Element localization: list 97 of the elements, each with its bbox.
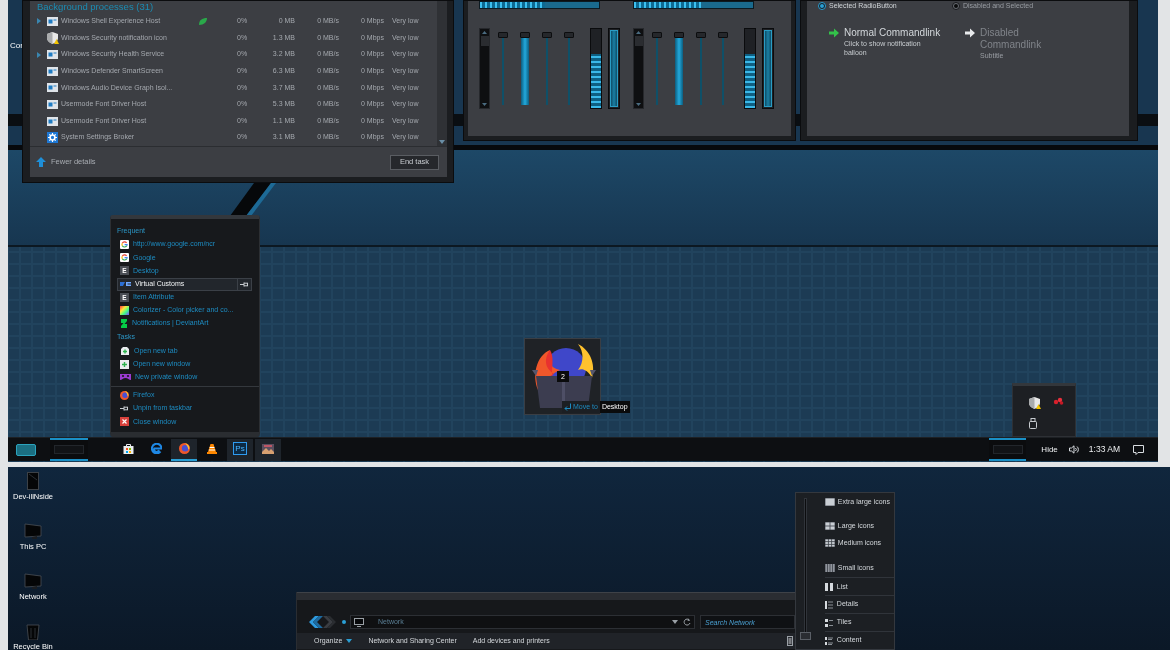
refresh-icon [683,618,691,626]
view-size-slider[interactable] [800,498,811,640]
window-icon [47,83,58,93]
caret-icon [346,639,353,643]
app-tile-icon: Ps [233,442,247,455]
return-arrow-icon [564,403,571,411]
task-view-button[interactable] [989,438,1027,461]
tablet-icon [27,472,39,490]
computer-icon [354,617,364,627]
flame-globe-icon [178,443,190,454]
new-tab-icon [120,346,130,356]
window-icon [47,66,58,76]
content-view-icon [824,636,833,645]
up-arrow-icon [636,31,641,34]
tiles-view-icon [824,618,833,627]
task-view-button[interactable] [50,438,88,461]
slider-thumb[interactable] [542,32,552,38]
slider-thumb[interactable] [652,32,662,38]
section-title: Background processes (31) [36,1,154,13]
taskbar-button[interactable]: Ps [227,438,253,461]
g-logo-icon [120,253,129,263]
arrow-icon [965,28,975,38]
e-logo-icon [150,443,162,454]
hide-button[interactable]: Hide [1041,443,1058,456]
monitor-icon [24,573,42,590]
slider-thumb[interactable] [674,32,684,38]
window-icon [47,99,58,109]
stripes-logo-icon [120,281,131,288]
slider-track[interactable] [718,32,728,105]
scrollbar[interactable] [479,28,490,109]
zigzag-logo-icon [120,319,128,329]
taskbar-button[interactable] [255,438,281,461]
slider-track[interactable] [696,32,706,105]
image-icon [262,443,274,454]
scrollbar-thumb[interactable] [634,36,643,46]
down-arrow-icon [636,103,641,106]
window-icon [47,50,58,59]
speech-bubble-icon [1133,444,1144,455]
details-view-icon [824,600,833,609]
forward-arrow-icon [323,616,336,628]
pin-button[interactable] [238,277,252,291]
list-view-icon [824,582,833,591]
view-size-icon [824,522,835,531]
back-arrow-icon [307,616,323,628]
scrollbar-thumb[interactable] [480,36,489,46]
shield-icon [47,31,59,44]
clock: 1:33 AM [1088,443,1120,456]
taskbar-button[interactable] [171,438,197,461]
traffic-cone-icon [207,443,217,454]
new-window-icon [120,359,129,369]
slider-thumb[interactable] [520,32,530,38]
slider-thumb[interactable] [564,32,574,38]
desktop-icon-label: Cor [10,40,23,52]
down-arrow-icon [482,103,487,106]
start-button[interactable] [16,443,36,456]
pin-icon [240,281,249,287]
window-icon [47,116,58,126]
up-arrow-icon [482,31,487,34]
color-gradient-icon [120,306,129,316]
arrow-icon [829,28,839,38]
usb-drive-icon [1029,418,1037,429]
close-icon [120,417,129,427]
scrollbar[interactable] [437,1,447,146]
caret-icon [672,620,678,624]
g-logo-icon [120,240,129,250]
slider-thumb[interactable] [718,32,728,38]
fox-globe-drawing [529,342,596,408]
slider-thumb[interactable] [696,32,706,38]
dots-icon [1053,397,1064,405]
shield-icon [1029,397,1041,409]
gear-icon [47,132,58,144]
slider-track[interactable] [542,32,552,105]
slider-thumb[interactable] [498,32,508,38]
dot-icon [342,620,346,624]
up-arrow-icon [36,157,46,167]
volume-button[interactable] [1068,445,1080,454]
shopping-bag-icon [122,443,134,454]
back-button[interactable] [307,616,323,628]
view-options-icon [787,636,793,646]
mask-icon [120,373,131,382]
speaker-icon [1068,445,1080,454]
slider-track[interactable] [652,32,662,105]
slider-track[interactable] [564,32,574,105]
recent-pages-button[interactable] [342,620,346,624]
slider-track[interactable] [498,32,508,105]
scrollbar[interactable] [633,28,644,109]
view-size-icon [824,498,835,507]
window-icon [47,16,58,26]
pin-icon [120,406,129,412]
notifications-button[interactable] [1133,444,1144,455]
slider-thumb[interactable] [800,632,811,640]
monitor-icon [24,523,42,540]
view-size-icon [824,564,835,573]
down-arrow-icon [439,140,445,144]
flame-globe-icon [120,390,129,400]
trash-icon [26,623,40,640]
view-size-icon [824,539,835,548]
